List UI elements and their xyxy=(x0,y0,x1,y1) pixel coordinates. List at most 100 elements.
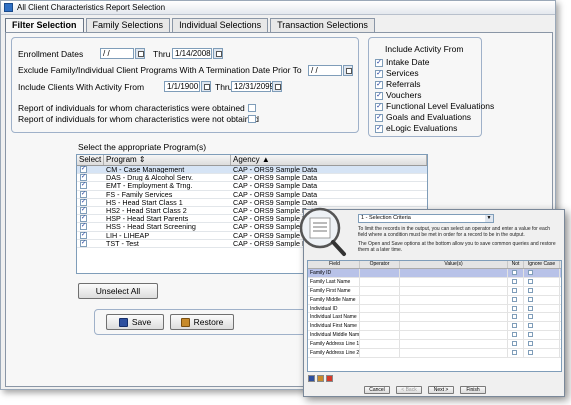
tab-strip: Filter Selection Family Selections Indiv… xyxy=(5,18,377,33)
finish-button[interactable]: Finish xyxy=(460,386,486,394)
row-checkbox[interactable]: ✓ xyxy=(80,182,87,190)
not-checkbox[interactable] xyxy=(512,332,517,338)
save-icon[interactable] xyxy=(308,375,315,382)
floppy-disk-icon xyxy=(118,317,128,327)
criteria-row[interactable]: Individual Middle Name xyxy=(308,331,561,341)
ignore-case-checkbox[interactable] xyxy=(528,278,533,284)
chevron-down-icon: ▼ xyxy=(485,215,493,222)
activity-range-label: Include Clients With Activity From xyxy=(18,82,145,92)
ignore-case-checkbox[interactable] xyxy=(528,314,533,320)
activity-from-input[interactable]: 1/1/1900 xyxy=(164,81,200,92)
criteria-dropdown[interactable]: 1 - Selection Criteria ▼ xyxy=(358,214,494,223)
criteria-row[interactable]: Individual Last Name xyxy=(308,313,561,323)
criteria-row[interactable]: Family ID xyxy=(308,269,561,278)
ignore-case-checkbox[interactable] xyxy=(528,323,533,329)
ignore-case-checkbox[interactable] xyxy=(528,350,533,356)
criteria-row[interactable]: Individual First Name xyxy=(308,322,561,332)
window-title: All Client Characteristics Report Select… xyxy=(17,3,166,12)
criteria-row[interactable]: Family Address Line 2 xyxy=(308,349,561,358)
criteria-row[interactable]: Family Address Line 1 xyxy=(308,340,561,350)
activity-goals[interactable]: ✓ Goals and Evaluations xyxy=(375,112,471,122)
title-bar: All Client Characteristics Report Select… xyxy=(1,1,555,15)
include-activity-title: Include Activity From xyxy=(385,44,464,54)
table-row[interactable]: ✓ DAS - Drug & Alcohol Serv. CAP - ORS9 Sa… xyxy=(77,174,427,183)
row-checkbox[interactable]: ✓ xyxy=(80,174,87,182)
ignore-case-checkbox[interactable] xyxy=(528,296,533,302)
calendar-icon[interactable] xyxy=(343,65,353,76)
row-checkbox[interactable]: ✓ xyxy=(80,239,87,247)
table-row[interactable]: ✓ FS - Family Services CAP - ORS9 Sample D… xyxy=(77,190,427,199)
ignore-case-checkbox[interactable] xyxy=(528,270,533,275)
delete-icon[interactable] xyxy=(326,375,333,382)
criteria-row[interactable]: Family Last Name xyxy=(308,277,561,287)
save-button[interactable]: Save xyxy=(106,314,164,330)
table-row[interactable]: ✓ HS - Head Start Class 1 CAP - ORS9 Sampl… xyxy=(77,198,427,207)
exclude-date-input[interactable]: / / xyxy=(308,65,342,76)
table-row[interactable]: ✓ EMT - Employment & Trng. CAP - ORS9 Samp… xyxy=(77,182,427,191)
row-checkbox[interactable]: ✓ xyxy=(80,223,87,231)
tab-transaction-selections[interactable]: Transaction Selections xyxy=(270,18,375,32)
thru-label: Thru xyxy=(153,49,171,59)
folder-icon[interactable] xyxy=(317,375,324,382)
folder-icon xyxy=(180,317,190,327)
criteria-grid: Field Operator Value(s) Not Ignore Case … xyxy=(307,260,562,372)
activity-functional[interactable]: ✓ Functional Level Evaluations xyxy=(375,101,494,111)
activity-vouchers[interactable]: ✓ Vouchers xyxy=(375,90,421,100)
date-filter-group: Enrollment Dates / / Thru 1/14/2008 Excl… xyxy=(11,37,359,133)
program-column-header[interactable]: Program ⇕ xyxy=(104,155,231,165)
ignore-case-checkbox[interactable] xyxy=(528,341,533,347)
row-checkbox[interactable]: ✓ xyxy=(80,206,87,214)
criteria-row[interactable]: Family First Name xyxy=(308,286,561,296)
activity-elogic[interactable]: ✓ eLogic Evaluations xyxy=(375,123,457,133)
row-checkbox[interactable]: ✓ xyxy=(80,215,87,223)
criteria-row[interactable]: Family Middle Name xyxy=(308,295,561,305)
activity-services[interactable]: ✓ Services xyxy=(375,68,419,78)
activity-referrals[interactable]: ✓ Referrals xyxy=(375,79,420,89)
tab-individual-selections[interactable]: Individual Selections xyxy=(172,18,269,32)
ignore-case-checkbox[interactable] xyxy=(528,332,533,338)
report-obtained-checkbox[interactable] xyxy=(248,104,256,112)
programs-title: Select the appropriate Program(s) xyxy=(78,142,207,152)
row-checkbox[interactable]: ✓ xyxy=(80,190,87,198)
report-not-obtained-checkbox[interactable] xyxy=(248,115,256,123)
calendar-icon[interactable] xyxy=(272,81,282,92)
not-checkbox[interactable] xyxy=(512,305,517,311)
row-checkbox[interactable]: ✓ xyxy=(80,198,87,206)
ignore-case-checkbox[interactable] xyxy=(528,287,533,293)
include-activity-group: Include Activity From ✓ Intake Date ✓ Serv… xyxy=(368,37,494,137)
calendar-icon[interactable] xyxy=(201,81,211,92)
cancel-button[interactable]: Cancel xyxy=(364,386,390,394)
back-button[interactable]: < Back xyxy=(396,386,422,394)
not-checkbox[interactable] xyxy=(512,341,517,347)
tab-filter-selection[interactable]: Filter Selection xyxy=(5,18,84,33)
row-checkbox[interactable]: ✓ xyxy=(80,231,87,239)
agency-column-header[interactable]: Agency ▲ xyxy=(231,155,427,165)
ignore-case-checkbox[interactable] xyxy=(528,305,533,311)
tab-family-selections[interactable]: Family Selections xyxy=(85,18,171,32)
activity-intake[interactable]: ✓ Intake Date xyxy=(375,57,429,67)
table-row[interactable]: ✓ CM - Case Management CAP - ORS9 Sample D… xyxy=(77,166,427,175)
criteria-help-text: To limit the records in the output, you … xyxy=(358,226,556,253)
enrollment-thru-input[interactable]: 1/14/2008 xyxy=(172,48,212,59)
row-checkbox[interactable]: ✓ xyxy=(80,166,87,173)
restore-button[interactable]: Restore xyxy=(170,314,234,330)
next-button[interactable]: Next > xyxy=(428,386,454,394)
calendar-icon[interactable] xyxy=(213,48,223,59)
not-checkbox[interactable] xyxy=(512,287,517,293)
activity-thru-input[interactable]: 12/31/2099 xyxy=(231,81,274,92)
exclude-label: Exclude Family/Individual Client Program… xyxy=(18,65,302,75)
enrollment-from-input[interactable]: / / xyxy=(100,48,134,59)
not-checkbox[interactable] xyxy=(512,278,517,284)
not-checkbox[interactable] xyxy=(512,296,517,302)
not-checkbox[interactable] xyxy=(512,314,517,320)
app-icon xyxy=(4,3,13,12)
enrollment-label: Enrollment Dates xyxy=(18,49,84,59)
not-checkbox[interactable] xyxy=(512,270,517,275)
selection-criteria-overlay: 1 - Selection Criteria ▼ To limit the re… xyxy=(299,207,565,397)
unselect-all-button[interactable]: Unselect All xyxy=(78,283,158,299)
not-checkbox[interactable] xyxy=(512,350,517,356)
not-checkbox[interactable] xyxy=(512,323,517,329)
calendar-icon[interactable] xyxy=(135,48,145,59)
select-column-header[interactable]: Select ⇕ xyxy=(77,155,104,174)
criteria-row[interactable]: Individual ID xyxy=(308,304,561,314)
